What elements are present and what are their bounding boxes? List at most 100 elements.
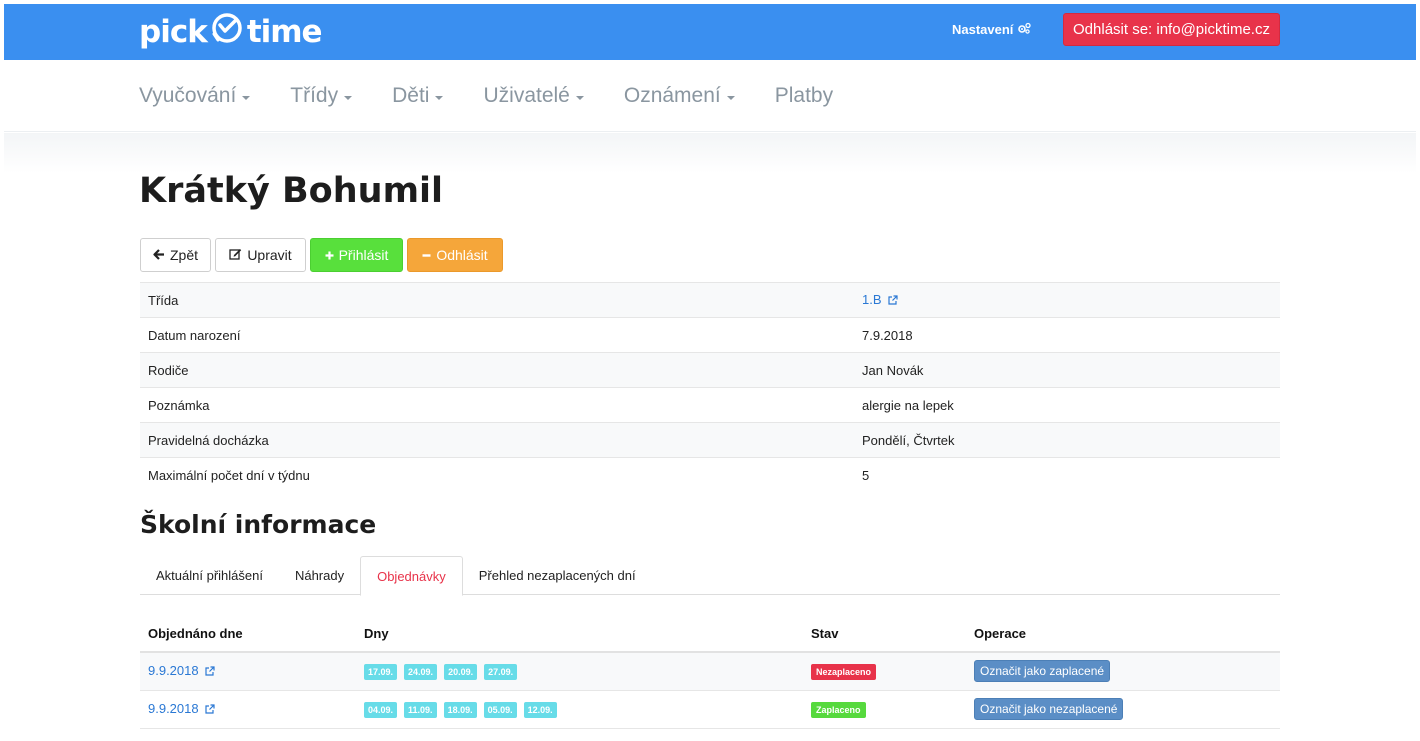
nav-item-label: Třídy: [290, 84, 339, 107]
nav-item-uzivatele[interactable]: Uživatelé: [483, 84, 584, 108]
day-badge: 11.09.: [404, 701, 437, 718]
main-nav: Vyučování Třídy Děti Uživatelé Oznámení …: [4, 60, 1416, 132]
order-days-cell: 17.09. 24.09. 20.09. 27.09.: [356, 652, 803, 691]
order-date-link[interactable]: 9.9.2018: [148, 663, 199, 678]
detail-row-parents: Rodiče Jan Novák: [140, 352, 1280, 388]
nav-item-oznameni[interactable]: Oznámení: [624, 84, 735, 108]
app-frame: pick time Nastavení Odhlásit se: info@pi…: [4, 4, 1416, 741]
day-badge: 12.09.: [523, 701, 557, 718]
unenroll-button[interactable]: Odhlásit: [407, 238, 503, 272]
page-title: Krátký Bohumil: [139, 171, 444, 211]
order-days-cell: 04.09. 11.09. 18.09. 05.09. 12.09.: [356, 690, 803, 729]
status-badge: Nezaplaceno: [811, 663, 877, 680]
picktime-logo[interactable]: pick time: [139, 11, 323, 53]
order-status-cell: Zaplaceno: [803, 690, 966, 729]
detail-row-class: Třída 1.B: [140, 282, 1280, 318]
detail-label: Poznámka: [140, 387, 862, 423]
nav-item-label: Platby: [774, 84, 834, 107]
orders-table: Objednáno dne Dny Stav Operace 9.9.2018 …: [140, 615, 1280, 729]
caret-down-icon: [242, 95, 251, 100]
logout-label: Odhlásit se: info@picktime.cz: [1073, 21, 1270, 38]
day-badge: 20.09.: [444, 663, 478, 680]
enroll-button[interactable]: Přihlásit: [310, 238, 403, 272]
status-badge: Zaplaceno: [811, 701, 866, 718]
detail-value: alergie na lepek: [862, 387, 1280, 423]
caret-down-icon: [575, 95, 584, 100]
minus-icon: [422, 247, 431, 263]
nav-item-label: Děti: [392, 84, 430, 107]
tab-unpaid-days[interactable]: Přehled nezaplacených dní: [463, 556, 652, 595]
detail-value: 5: [862, 457, 1280, 493]
detail-row-max-days: Maximální počet dní v týdnu 5: [140, 457, 1280, 493]
detail-label: Pravidelná docházka: [140, 422, 862, 458]
tab-substitutions[interactable]: Náhrady: [279, 556, 360, 595]
caret-down-icon: [435, 95, 444, 100]
mark-paid-button[interactable]: Označit jako zaplacené: [974, 660, 1111, 683]
order-status-cell: Nezaplaceno: [803, 652, 966, 691]
caret-down-icon: [726, 95, 735, 100]
day-badge: 27.09.: [484, 663, 518, 680]
column-header: Objednáno dne: [140, 615, 356, 653]
detail-row-birthdate: Datum narození 7.9.2018: [140, 317, 1280, 353]
detail-row-attendance: Pravidelná docházka Pondělí, Čtvrtek: [140, 422, 1280, 458]
enroll-label: Přihlásit: [338, 247, 389, 263]
caret-down-icon: [344, 95, 353, 100]
tab-current-enrollment[interactable]: Aktuální přihlášení: [140, 556, 279, 595]
edit-icon: [229, 247, 242, 263]
detail-row-note: Poznámka alergie na lepek: [140, 387, 1280, 423]
arrow-left-icon: [153, 247, 165, 263]
order-date-cell[interactable]: 9.9.2018: [140, 690, 356, 729]
day-badge: 04.09.: [364, 701, 398, 718]
detail-value: Pondělí, Čtvrtek: [862, 422, 1280, 458]
external-link-icon: [205, 702, 215, 717]
tab-orders[interactable]: Objednávky: [360, 556, 463, 596]
nav-item-label: Uživatelé: [483, 84, 570, 107]
content-shade: [4, 133, 1416, 173]
nav-item-deti[interactable]: Děti: [392, 84, 444, 108]
column-header: Operace: [966, 615, 1280, 653]
detail-label: Maximální počet dní v týdnu: [140, 457, 862, 493]
nav-item-label: Oznámení: [623, 84, 721, 107]
nav-item-label: Vyučování: [139, 84, 237, 107]
order-date-cell[interactable]: 9.9.2018: [140, 652, 356, 691]
column-header: Stav: [803, 615, 966, 653]
unenroll-label: Odhlásit: [436, 247, 488, 263]
day-badge: 17.09.: [364, 663, 398, 680]
column-header: Dny: [356, 615, 803, 653]
logo-text-left: pick: [139, 14, 208, 50]
logo-text-right: time: [246, 14, 323, 50]
action-toolbar: Zpět Upravit Přihlásit Odhlásit: [140, 238, 503, 272]
mark-unpaid-button[interactable]: Označit jako nezaplacené: [974, 698, 1124, 720]
detail-value: Jan Novák: [862, 352, 1280, 388]
day-badge: 18.09.: [443, 701, 477, 718]
back-button[interactable]: Zpět: [140, 238, 211, 272]
nav-item-tridy[interactable]: Třídy: [290, 84, 353, 108]
settings-link[interactable]: Nastavení: [952, 22, 1032, 37]
detail-value-class[interactable]: 1.B: [862, 282, 1280, 318]
clock-icon: [209, 11, 245, 53]
order-date-link[interactable]: 9.9.2018: [148, 701, 199, 716]
school-info-tabs: Aktuální přihlášení Náhrady Objednávky P…: [140, 556, 1280, 596]
logout-button[interactable]: Odhlásit se: info@picktime.cz: [1063, 13, 1280, 46]
edit-label: Upravit: [247, 247, 292, 263]
detail-label: Třída: [140, 282, 862, 318]
gears-icon: [1017, 22, 1032, 37]
settings-label: Nastavení: [952, 22, 1014, 37]
top-bar: pick time Nastavení Odhlásit se: info@pi…: [4, 4, 1416, 60]
child-details-table: Třída 1.B Datum narození 7.9.2018 Rodiče…: [140, 282, 1280, 493]
day-badge: 05.09.: [483, 701, 517, 718]
external-link-icon: [888, 293, 898, 308]
plus-icon: [325, 247, 334, 263]
section-title: Školní informace: [140, 510, 377, 539]
table-row: 9.9.2018 04.09. 11.09. 18.09. 05.09. 12.09. …: [140, 690, 1280, 729]
edit-button[interactable]: Upravit: [215, 238, 306, 272]
orders-header-row: Objednáno dne Dny Stav Operace: [140, 615, 1280, 653]
external-link-icon: [205, 664, 215, 679]
class-link[interactable]: 1.B: [862, 292, 882, 307]
nav-item-platby[interactable]: Platby: [775, 84, 833, 108]
detail-label: Datum narození: [140, 317, 862, 353]
nav-item-vyucovani[interactable]: Vyučování: [139, 84, 251, 108]
order-operation-cell: Označit jako zaplacené: [966, 652, 1280, 691]
back-label: Zpět: [169, 247, 198, 263]
detail-value: 7.9.2018: [862, 317, 1280, 353]
